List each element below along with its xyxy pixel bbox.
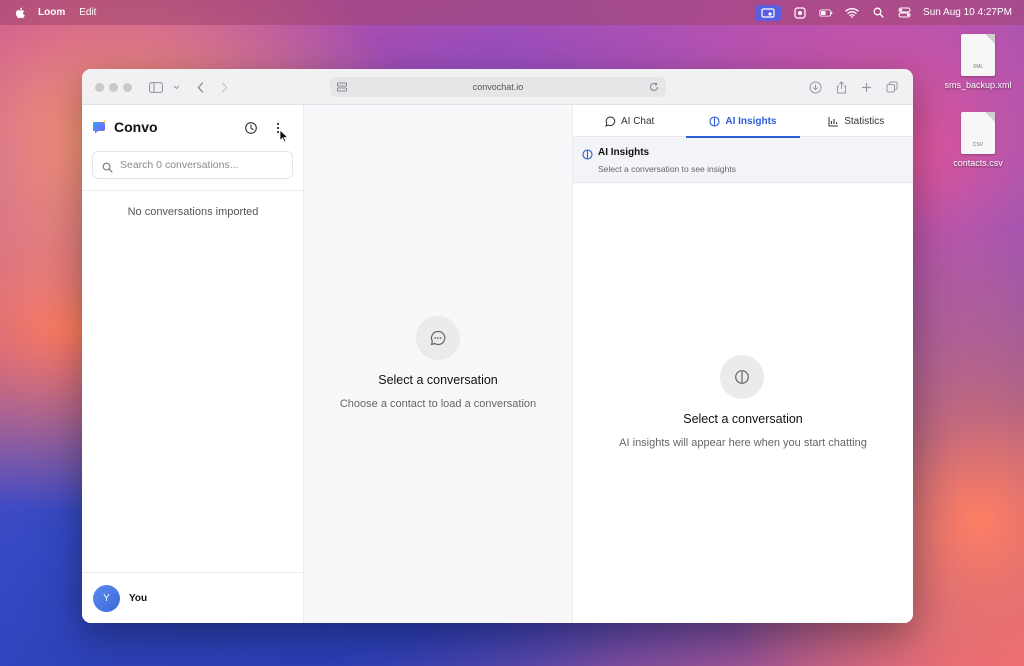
message-bubble-icon (416, 316, 460, 360)
apple-icon[interactable] (14, 7, 26, 19)
insights-empty-subtitle: AI insights will appear here when you st… (619, 437, 867, 449)
file-label: sms_backup.xml (944, 80, 1012, 90)
ai-panel: AI Chat AI Insights Statistics AI Insigh… (573, 105, 913, 623)
forward-arrow-icon[interactable] (216, 79, 232, 95)
insights-empty-icon (720, 355, 764, 399)
insights-header-title: AI Insights (598, 147, 650, 158)
conversation-sidebar: Convo No conversations imported Y You (82, 105, 304, 623)
chevron-down-icon[interactable] (168, 79, 184, 95)
record-status-icon[interactable] (793, 6, 807, 19)
desktop-file-contacts[interactable]: CSV contacts.csv (938, 112, 1018, 168)
brand-name: Convo (114, 119, 158, 135)
search-box[interactable] (92, 151, 293, 179)
new-tab-icon[interactable] (858, 79, 874, 95)
user-footer[interactable]: Y You (82, 572, 304, 623)
avatar[interactable]: Y (93, 584, 120, 612)
insights-header: AI Insights Select a conversation to see… (573, 138, 913, 183)
empty-conversations-text: No conversations imported (127, 206, 259, 218)
url-text: convochat.io (472, 82, 524, 92)
search-input[interactable] (120, 159, 280, 171)
battery-icon[interactable] (819, 7, 833, 19)
bar-chart-icon (828, 116, 839, 127)
search-icon (102, 160, 113, 173)
brand: Convo (92, 119, 158, 135)
desktop-file-sms-backup[interactable]: XML sms_backup.xml (938, 34, 1018, 90)
history-icon[interactable] (244, 121, 258, 135)
tab-overview-icon[interactable] (884, 79, 900, 95)
csv-file-icon: CSV (961, 112, 995, 154)
sidebar-toggle-icon[interactable] (148, 79, 164, 95)
status-area: Sun Aug 10 4:27PM (755, 0, 1012, 25)
zoom-window-button[interactable] (123, 83, 132, 92)
menu-edit[interactable]: Edit (79, 7, 96, 18)
app-content: Convo No conversations imported Y You (82, 105, 913, 623)
browser-window: convochat.io Convo Search 0 conversation… (82, 69, 913, 623)
tab-ai-insights[interactable]: AI Insights (686, 105, 800, 138)
browser-toolbar: convochat.io (82, 69, 913, 105)
tab-statistics[interactable]: Statistics (800, 105, 913, 137)
menubar-clock[interactable]: Sun Aug 10 4:27PM (923, 7, 1012, 18)
conversation-pane: Select a conversation Choose a contact t… (304, 105, 573, 623)
chat-bubble-icon (605, 115, 616, 127)
panel-tabs: AI Chat AI Insights Statistics (573, 105, 913, 138)
xml-file-icon: XML (961, 34, 995, 76)
file-label: contacts.csv (953, 158, 1003, 168)
page-settings-icon[interactable] (336, 81, 348, 93)
divider (82, 190, 304, 191)
mouse-cursor-icon (279, 129, 289, 143)
convo-logo-icon (92, 119, 108, 135)
insights-empty-title: Select a conversation (683, 412, 803, 426)
insights-icon (709, 115, 720, 127)
back-arrow-icon[interactable] (192, 79, 208, 95)
insights-header-subtitle: Select a conversation to see insights (598, 164, 736, 174)
tab-ai-chat[interactable]: AI Chat (573, 105, 686, 137)
insights-icon (582, 147, 593, 160)
minimize-window-button[interactable] (109, 83, 118, 92)
share-icon[interactable] (833, 79, 849, 95)
app-menu-loom[interactable]: Loom (38, 7, 65, 18)
empty-conversation-title: Select a conversation (378, 373, 498, 387)
spotlight-search-icon[interactable] (871, 7, 885, 19)
empty-conversation-subtitle: Choose a contact to load a conversation (339, 398, 537, 410)
reload-icon[interactable] (648, 81, 660, 93)
control-center-icon[interactable] (897, 7, 911, 19)
wifi-icon[interactable] (845, 7, 859, 19)
user-name: You (129, 592, 148, 604)
menu-bar: Loom Edit Sun Aug 10 4:27PM (0, 0, 1024, 25)
close-window-button[interactable] (95, 83, 104, 92)
download-icon[interactable] (807, 79, 823, 95)
address-bar[interactable]: convochat.io (330, 77, 666, 97)
screen-record-icon[interactable] (755, 4, 782, 21)
